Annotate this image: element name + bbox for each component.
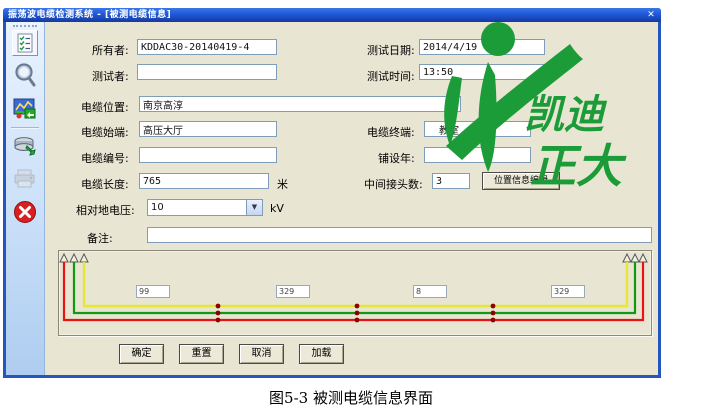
close-icon[interactable]: ✕ <box>645 9 657 21</box>
cable-length-input[interactable] <box>139 173 269 189</box>
lay-year-label: 铺设年: <box>378 150 415 166</box>
zoom-icon[interactable] <box>12 61 38 89</box>
cable-length-label: 电缆长度: <box>81 176 129 192</box>
toolbar-grip[interactable] <box>13 25 37 27</box>
cancel-button[interactable]: 取消 <box>239 344 284 364</box>
tester-input[interactable] <box>137 64 277 80</box>
segment-length-field[interactable]: 329 <box>276 285 310 298</box>
chevron-down-icon[interactable]: ▼ <box>246 200 262 215</box>
ok-button[interactable]: 确定 <box>119 344 164 364</box>
owner-label: 所有者: <box>92 42 129 58</box>
save-data-icon[interactable] <box>12 132 38 160</box>
cable-end-label: 电缆终端: <box>367 124 415 140</box>
segment-length-field[interactable]: 8 <box>413 285 447 298</box>
phase-voltage-label: 相对地电压: <box>76 202 135 218</box>
test-date-label: 测试日期: <box>367 42 415 58</box>
cable-end-input[interactable] <box>424 121 531 137</box>
segment-length-field[interactable]: 99 <box>136 285 170 298</box>
cable-number-label: 电缆编号: <box>81 150 129 166</box>
phase-voltage-value: 10 <box>151 202 164 213</box>
joint-count-input[interactable] <box>432 173 470 189</box>
tester-label: 测试者: <box>92 68 129 84</box>
joint-count-label: 中间接头数: <box>364 176 423 192</box>
exit-icon[interactable] <box>12 198 38 226</box>
toolbar-separator <box>11 127 39 129</box>
cable-number-input[interactable] <box>139 147 277 163</box>
waveform-chart-icon[interactable] <box>12 94 38 122</box>
title-bar[interactable]: 振荡波电缆检测系统 - [被测电缆信息] ✕ <box>3 8 661 22</box>
cable-location-label: 电缆位置: <box>81 99 129 115</box>
window-title: 振荡波电缆检测系统 - [被测电缆信息] <box>3 8 661 22</box>
cable-start-input[interactable] <box>139 121 277 137</box>
cable-start-label: 电缆始端: <box>81 124 129 140</box>
cable-location-input[interactable] <box>139 96 461 112</box>
phase-voltage-select[interactable]: 10 ▼ <box>147 199 263 216</box>
remark-input[interactable] <box>147 227 652 243</box>
reset-button[interactable]: 重置 <box>179 344 224 364</box>
segment-length-field[interactable]: 329 <box>551 285 585 298</box>
test-time-label: 测试时间: <box>367 68 415 84</box>
owner-input[interactable] <box>137 39 277 55</box>
print-disabled-icon[interactable] <box>12 165 38 193</box>
test-date-input[interactable] <box>419 39 545 55</box>
kv-unit-label: kV <box>270 202 284 215</box>
task-list-icon[interactable] <box>12 30 38 56</box>
toolbar-sidebar <box>6 22 45 375</box>
load-button[interactable]: 加载 <box>299 344 344 364</box>
lay-year-input[interactable] <box>424 147 531 163</box>
position-edit-button[interactable]: 位置信息编辑 <box>482 172 560 190</box>
meter-unit-label: 米 <box>277 176 288 192</box>
test-time-input[interactable] <box>419 64 545 80</box>
remark-label: 备注: <box>87 230 113 246</box>
figure-caption: 图5-3 被测电缆信息界面 <box>0 387 702 408</box>
